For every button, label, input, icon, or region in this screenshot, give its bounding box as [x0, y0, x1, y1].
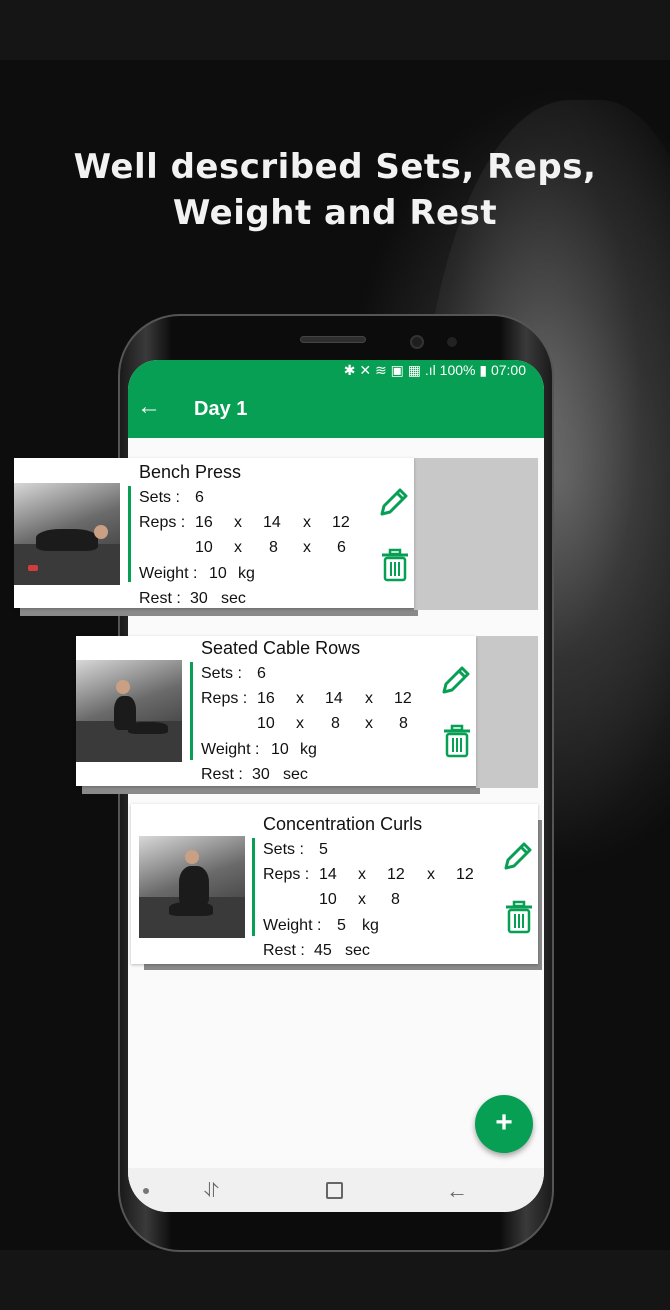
promo-headline: Well described Sets, Reps, Weight and Re… — [0, 144, 670, 236]
add-exercise-button[interactable]: + — [475, 1095, 533, 1153]
edit-pencil-icon[interactable] — [438, 664, 472, 698]
exercise-card[interactable]: Bench Press Sets :6 Reps : 16 x 14 x 12 … — [14, 458, 414, 608]
card-gray-panel — [414, 458, 538, 610]
nav-back-icon[interactable]: ← — [446, 1178, 468, 1204]
delete-trash-icon[interactable] — [442, 724, 472, 758]
app-bar: ← Day 1 — [128, 380, 544, 438]
edit-pencil-icon[interactable] — [500, 840, 534, 874]
phone-speaker — [300, 336, 366, 343]
recent-apps-icon[interactable]: ⥯ — [204, 1180, 219, 1203]
card-divider — [128, 486, 131, 582]
exercise-thumbnail — [76, 660, 182, 762]
nav-dot-icon — [143, 1188, 149, 1194]
edit-pencil-icon[interactable] — [376, 486, 410, 520]
card-gray-panel — [476, 636, 538, 788]
headline-line-1: Well described Sets, Reps, — [73, 147, 597, 187]
top-band — [0, 0, 670, 60]
card-divider — [190, 662, 193, 760]
bottom-band — [0, 1250, 670, 1310]
page-title: Day 1 — [194, 398, 248, 420]
exercise-card[interactable]: Seated Cable Rows Sets :6 Reps : 16 x 14… — [76, 636, 476, 786]
exercise-name: Seated Cable Rows — [201, 638, 361, 658]
system-nav-bar: ⥯ ← — [128, 1168, 544, 1212]
phone-camera — [410, 335, 424, 349]
exercise-name: Concentration Curls — [263, 814, 423, 834]
exercise-name: Bench Press — [139, 462, 242, 482]
status-bar: ✱ ✕ ≋ ▣ ▦ .ıl 100% ▮ 07:00 — [128, 360, 544, 380]
exercise-thumbnail — [14, 483, 120, 585]
delete-trash-icon[interactable] — [504, 900, 534, 934]
phone-sensor — [447, 337, 457, 347]
exercise-thumbnail — [139, 836, 245, 938]
back-arrow-icon[interactable]: ← — [136, 394, 162, 420]
delete-trash-icon[interactable] — [380, 548, 410, 582]
home-icon[interactable] — [326, 1182, 343, 1199]
exercise-card[interactable]: Concentration Curls Sets :5 Reps : 14 x … — [131, 804, 538, 964]
card-divider — [252, 838, 255, 936]
headline-line-2: Weight and Rest — [172, 193, 498, 233]
